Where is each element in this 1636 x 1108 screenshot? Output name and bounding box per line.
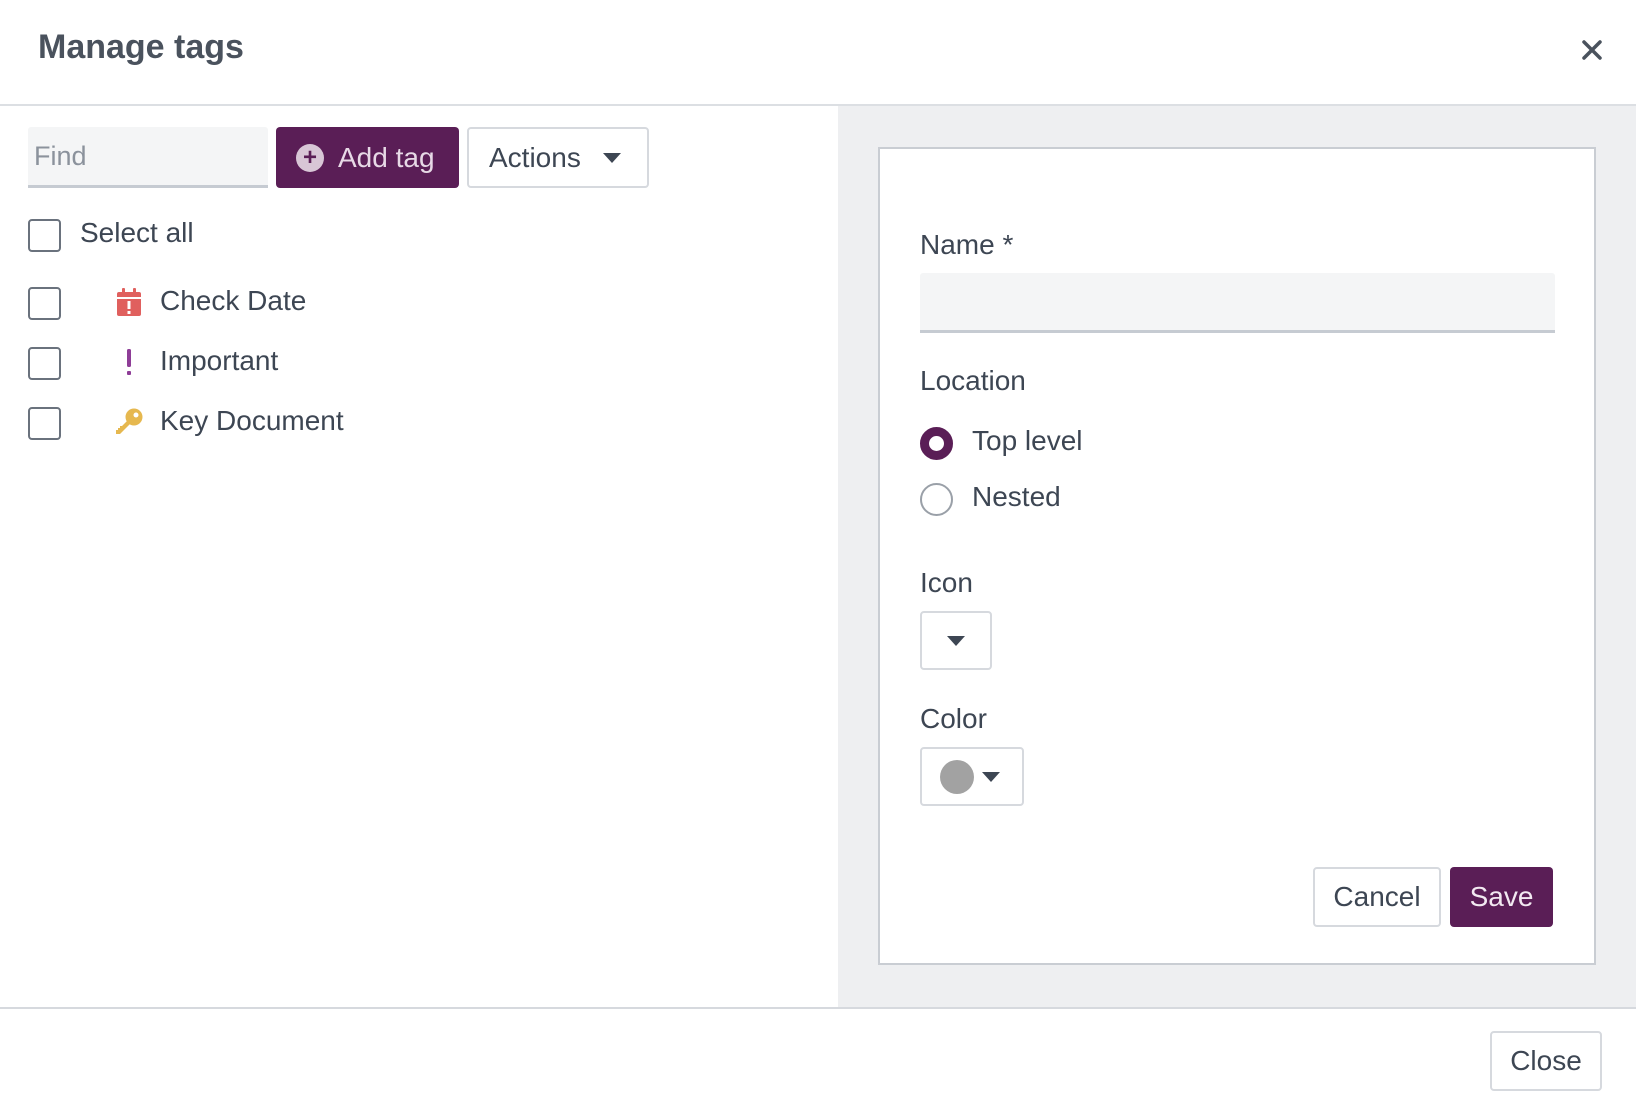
tag-checkbox[interactable] [28,347,61,380]
save-button[interactable]: Save [1450,867,1553,927]
manage-tags-dialog: Manage tags + Add tag Actions Select all [0,0,1636,1108]
actions-dropdown-button[interactable]: Actions [467,127,649,188]
top-level-radio[interactable] [920,427,953,460]
color-picker-dropdown[interactable] [920,747,1024,806]
tag-checkbox[interactable] [28,407,61,440]
exclamation-icon [114,346,144,378]
caret-down-icon [602,152,621,163]
add-tag-button[interactable]: + Add tag [276,127,459,188]
top-level-label: Top level [972,425,1083,456]
add-tag-label: Add tag [338,141,435,173]
tag-label: Important [160,345,279,376]
select-all-label: Select all [80,217,194,248]
close-icon[interactable] [1572,30,1612,70]
caret-down-icon [982,771,1000,782]
actions-label: Actions [489,141,581,173]
nested-label: Nested [972,481,1061,512]
name-field[interactable] [920,273,1555,333]
tag-checkbox[interactable] [28,287,61,320]
dialog-title: Manage tags [38,28,244,66]
icon-picker-dropdown[interactable] [920,611,992,670]
calendar-exclamation-icon [114,286,144,318]
select-all-checkbox[interactable] [28,219,61,252]
location-label: Location [920,365,1026,396]
tag-label: Check Date [160,285,307,316]
tag-label: Key Document [160,405,344,436]
cancel-button[interactable]: Cancel [1313,867,1441,927]
name-label: Name * [920,229,1014,260]
tag-list-panel: + Add tag Actions Select all [0,106,838,1007]
close-button[interactable]: Close [1490,1031,1602,1091]
tag-edit-panel: Name * Location Top level Nested Icon Co… [838,106,1636,1007]
caret-down-icon [947,635,965,646]
dialog-header: Manage tags [0,0,1636,106]
nested-radio[interactable] [920,483,953,516]
color-swatch [940,759,974,794]
dialog-footer: Close [0,1007,1636,1108]
plus-circle-icon: + [296,143,324,172]
icon-label: Icon [920,567,973,598]
find-input[interactable] [28,127,268,188]
key-icon [114,406,144,438]
color-label: Color [920,703,987,734]
tag-form: Name * Location Top level Nested Icon Co… [878,147,1596,965]
